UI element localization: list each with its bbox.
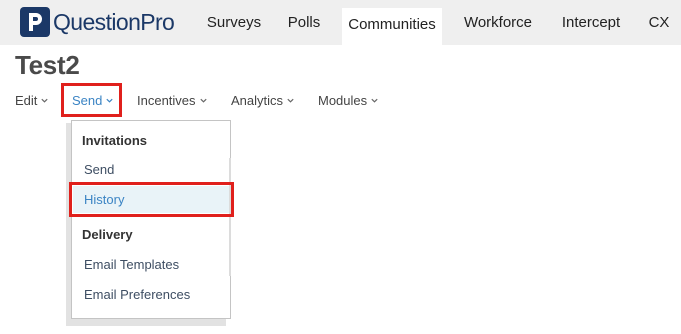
dropdown-item-email-templates[interactable]: Email Templates <box>84 257 179 272</box>
submenu-incentives[interactable]: Incentives <box>137 91 208 109</box>
dropdown-item-email-preferences[interactable]: Email Preferences <box>84 287 190 302</box>
top-navigation-bar: QuestionPro Surveys Polls Communities Wo… <box>0 0 681 45</box>
dropdown-item-send[interactable]: Send <box>84 162 114 177</box>
tab-workforce[interactable]: Workforce <box>455 0 541 45</box>
dropdown-heading-invitations: Invitations <box>82 133 148 148</box>
submenu-modules[interactable]: Modules <box>318 91 379 109</box>
chevron-down-icon <box>199 98 207 103</box>
submenu-send-label: Send <box>72 92 103 108</box>
questionpro-logo[interactable]: QuestionPro <box>20 6 175 38</box>
dropdown-heading-delivery: Delivery <box>82 227 133 242</box>
questionpro-logo-mark <box>20 7 50 37</box>
tab-cx[interactable]: CX <box>641 0 677 45</box>
logo-text: QuestionPro <box>53 9 175 35</box>
dropdown-scrollbar[interactable] <box>229 158 231 276</box>
tab-communities[interactable]: Communities <box>342 8 442 45</box>
chevron-down-icon <box>287 98 294 103</box>
page-title: Test2 <box>15 50 80 80</box>
tab-polls[interactable]: Polls <box>274 0 334 45</box>
submenu-analytics-label: Analytics <box>231 92 284 108</box>
submenu-analytics[interactable]: Analytics <box>231 91 295 109</box>
submenu-send[interactable]: Send <box>72 91 114 109</box>
submenu-incentives-label: Incentives <box>137 92 196 108</box>
tab-intercept[interactable]: Intercept <box>551 0 631 45</box>
submenu-modules-label: Modules <box>318 92 368 108</box>
chevron-down-icon <box>106 98 113 103</box>
dropdown-item-history[interactable]: History <box>84 192 124 207</box>
logo-p-icon <box>29 13 42 31</box>
tab-surveys[interactable]: Surveys <box>196 0 272 45</box>
chevron-down-icon <box>41 98 49 103</box>
chevron-down-icon <box>371 98 378 103</box>
submenu-edit[interactable]: Edit <box>15 91 49 109</box>
submenu-edit-label: Edit <box>15 92 38 108</box>
